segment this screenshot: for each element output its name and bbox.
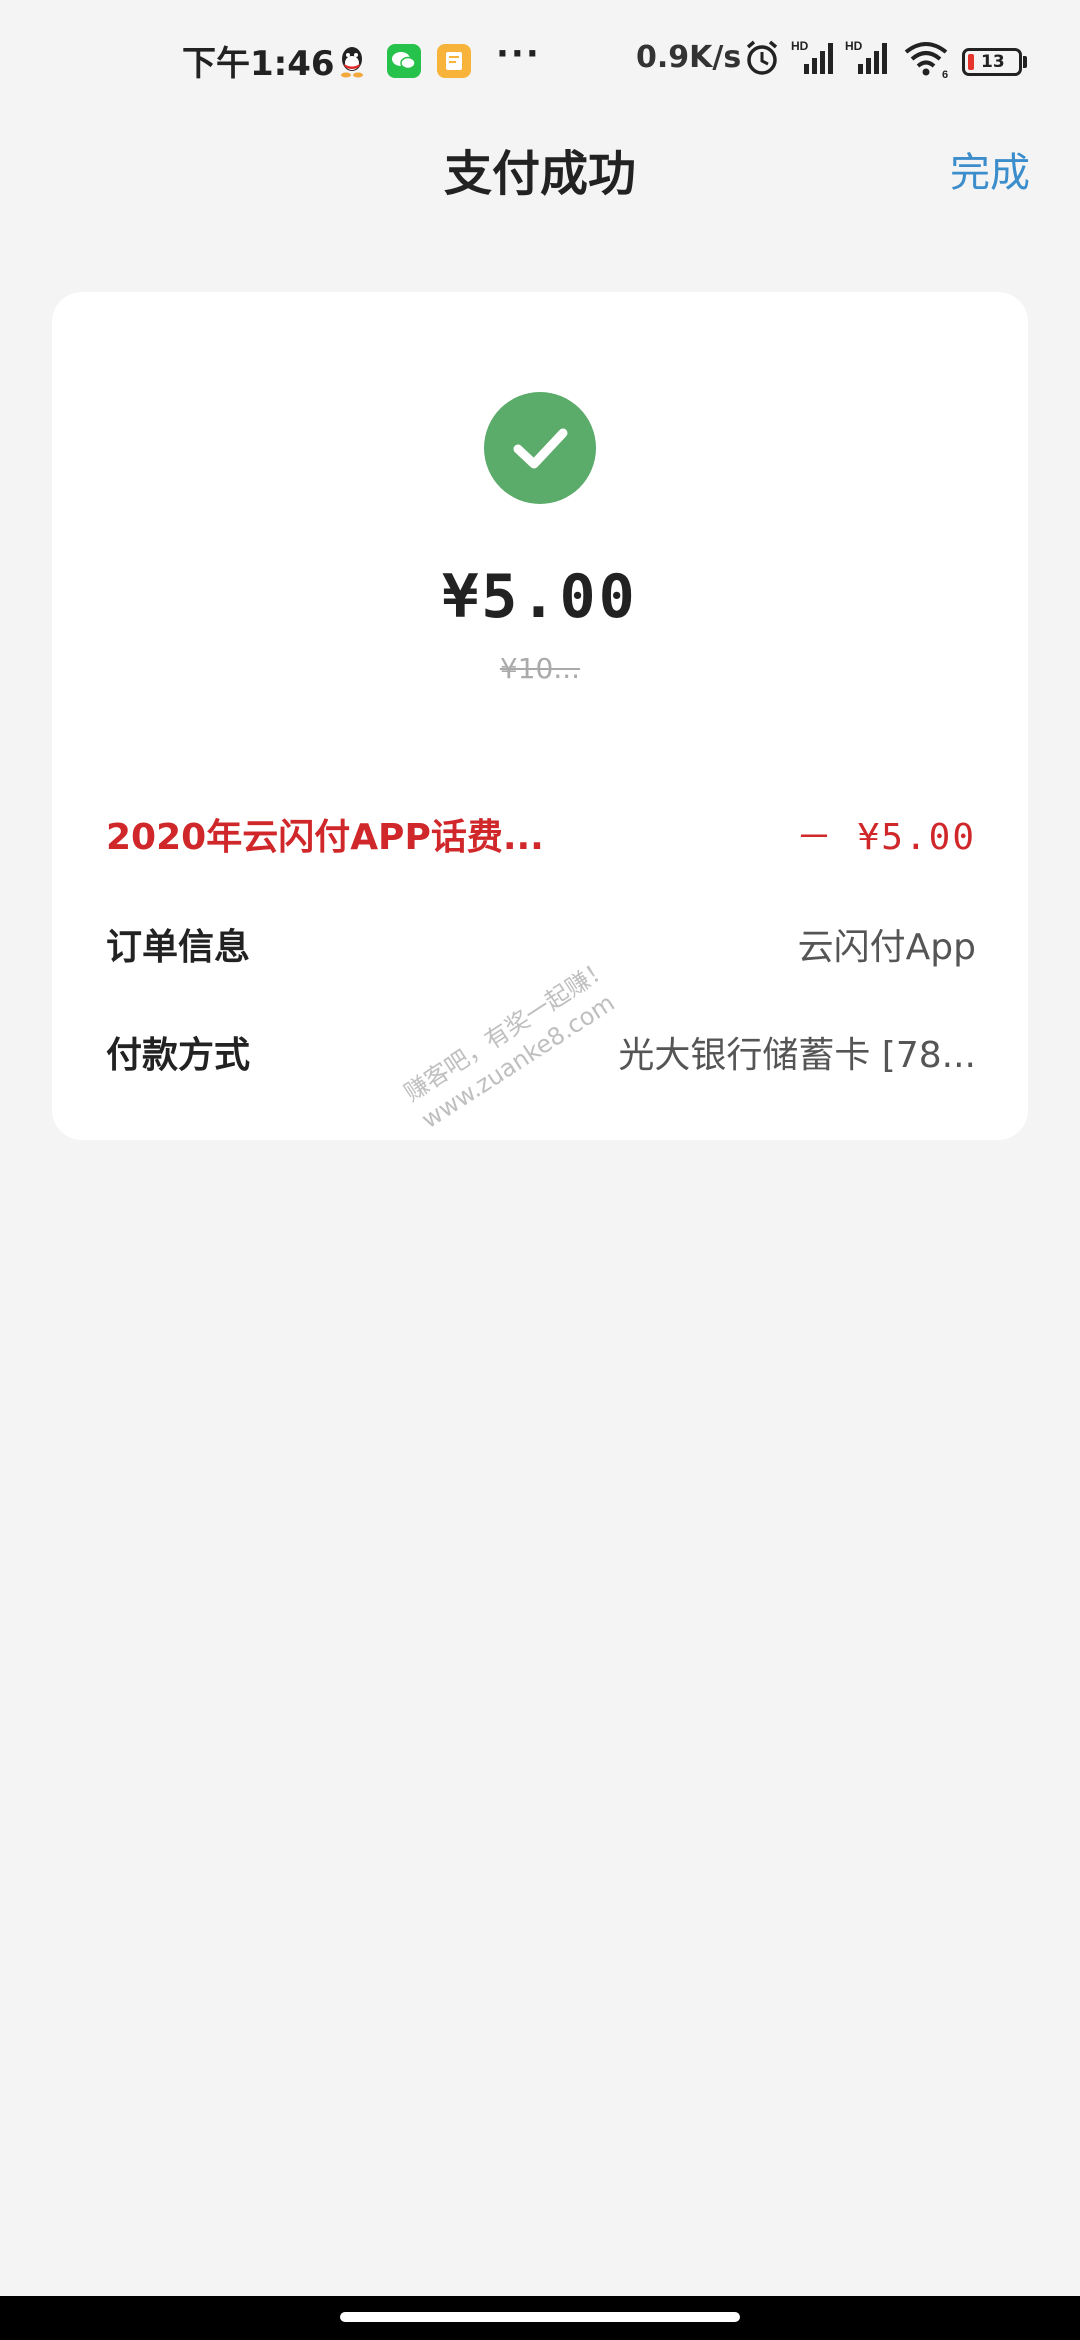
battery-icon: 13 <box>962 48 1022 76</box>
order-info-value: 云闪付App <box>797 927 976 968</box>
wifi-icon: 6 <box>904 42 948 80</box>
paid-amount: ¥5.00 <box>442 562 638 632</box>
discount-label: 2020年云闪付APP话费... <box>106 817 544 858</box>
svg-text:6: 6 <box>942 69 948 80</box>
svg-text:HD: HD <box>791 39 809 53</box>
status-bar: 下午1:46 ··· 0.9K/s HD HD 6 13 <box>0 0 1080 120</box>
discount-row: 2020年云闪付APP话费... － ¥5.00 <box>106 800 976 860</box>
original-amount: ¥10... <box>499 652 581 685</box>
payment-method-value: 光大银行储蓄卡 [78... <box>618 1035 976 1076</box>
signal-hd-icon: HD <box>791 39 833 74</box>
order-info-label: 订单信息 <box>106 927 251 968</box>
wechat-icon <box>387 44 421 78</box>
home-indicator[interactable] <box>340 2312 740 2322</box>
svg-text:HD: HD <box>845 39 863 53</box>
status-time: 下午1:46 <box>182 44 335 84</box>
battery-level: 13 <box>981 52 1005 72</box>
navigation-bar <box>0 2296 1080 2340</box>
signal-hd-icon: HD <box>845 39 887 74</box>
notes-icon <box>437 44 471 78</box>
alarm-icon <box>746 40 778 75</box>
page-title: 支付成功 <box>443 146 636 202</box>
check-circle-icon <box>484 392 596 504</box>
done-button[interactable]: 完成 <box>950 140 1030 198</box>
qq-icon <box>337 44 367 78</box>
payment-method-label: 付款方式 <box>106 1035 251 1076</box>
order-info-row: 订单信息 云闪付App <box>106 910 976 970</box>
discount-value: － ¥5.00 <box>795 817 976 858</box>
net-speed: 0.9K/s <box>636 40 742 75</box>
more-notifications-icon: ··· <box>496 34 541 74</box>
